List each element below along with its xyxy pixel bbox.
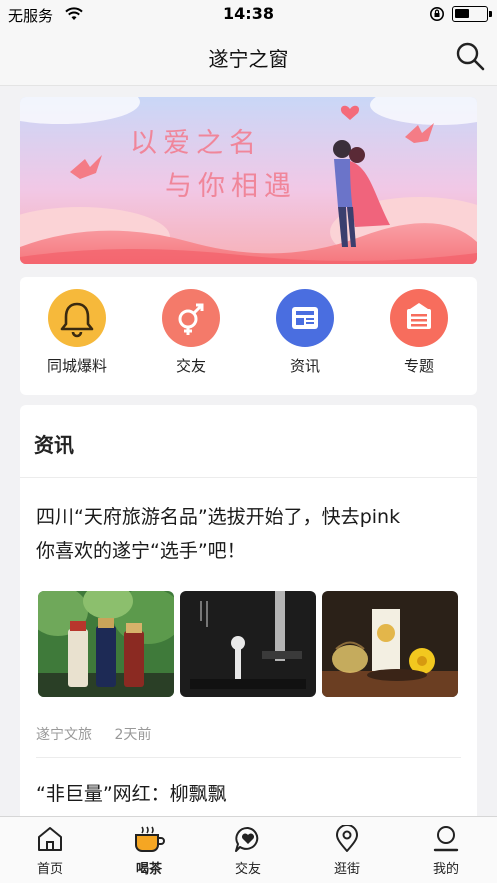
topic-icon: [390, 289, 448, 347]
status-bar: 无服务 14:38: [0, 0, 497, 28]
article-title[interactable]: 四川“天府旅游名品”选拔开始了，快去pink 你喜欢的遂宁“选手”吧！: [36, 500, 456, 568]
tea-cup-icon: [135, 826, 165, 852]
banner-line-2: 与你相遇: [165, 171, 297, 202]
location-pin-icon: [336, 825, 358, 852]
quick-menu: 同城爆料 交友 资讯 专题: [20, 277, 477, 395]
tab-shopping[interactable]: 逛街: [297, 825, 397, 877]
article-image[interactable]: [38, 591, 174, 697]
tab-label: 我的: [432, 862, 459, 877]
banner-line-1: 以爱之名: [130, 128, 262, 159]
article-image[interactable]: [180, 591, 316, 697]
clock: 14:38: [223, 4, 274, 23]
tab-bar: 首页 喝茶 交友 逛街 我的: [0, 816, 497, 883]
article-meta: 遂宁文旅 2天前: [36, 724, 169, 744]
article-thumbnails[interactable]: [38, 591, 458, 697]
menu-item-label: 同城爆料: [46, 357, 107, 375]
menu-item-dating[interactable]: 交友: [134, 289, 248, 376]
divider: [20, 477, 477, 478]
tab-label: 交友: [234, 862, 261, 877]
nav-bar: 遂宁之窗: [0, 28, 497, 86]
menu-item-topics[interactable]: 专题: [362, 289, 476, 376]
page-title: 遂宁之窗: [208, 47, 289, 71]
user-icon: [433, 826, 459, 852]
article-title[interactable]: “非巨量”网红：柳飘飘: [36, 779, 227, 806]
article-title-line-2: 你喜欢的遂宁“选手”吧！: [36, 540, 246, 562]
menu-item-label: 专题: [403, 357, 434, 375]
gender-icon: [162, 289, 220, 347]
promo-banner[interactable]: 以爱之名 与你相遇: [20, 97, 477, 264]
menu-item-local-news[interactable]: 同城爆料: [20, 289, 134, 376]
rotation-lock-icon: [430, 7, 444, 21]
menu-item-label: 资讯: [289, 357, 320, 375]
tab-label: 逛街: [333, 862, 360, 877]
menu-item-news[interactable]: 资讯: [248, 289, 362, 376]
battery-icon: [452, 6, 492, 22]
menu-item-label: 交友: [175, 357, 206, 375]
article-image[interactable]: [322, 591, 458, 697]
section-title: 资讯: [34, 433, 74, 457]
tab-label: 首页: [36, 862, 63, 877]
divider: [36, 757, 461, 758]
article-time: 2天前: [114, 727, 152, 743]
news-section: 资讯 四川“天府旅游名品”选拔开始了，快去pink 你喜欢的遂宁“选手”吧！ 遂…: [20, 405, 477, 825]
home-icon: [38, 827, 62, 851]
news-icon: [276, 289, 334, 347]
bell-icon: [48, 289, 106, 347]
tab-home[interactable]: 首页: [0, 825, 100, 877]
search-icon[interactable]: [454, 40, 486, 72]
tab-label: 喝茶: [135, 862, 162, 877]
tab-tea[interactable]: 喝茶: [99, 825, 199, 877]
tab-dating[interactable]: 交友: [198, 825, 298, 877]
chat-heart-icon: [235, 827, 259, 852]
tab-profile[interactable]: 我的: [396, 825, 496, 877]
article-title-line-1: 四川“天府旅游名品”选拔开始了，快去pink: [36, 506, 401, 528]
article-source: 遂宁文旅: [36, 727, 92, 743]
